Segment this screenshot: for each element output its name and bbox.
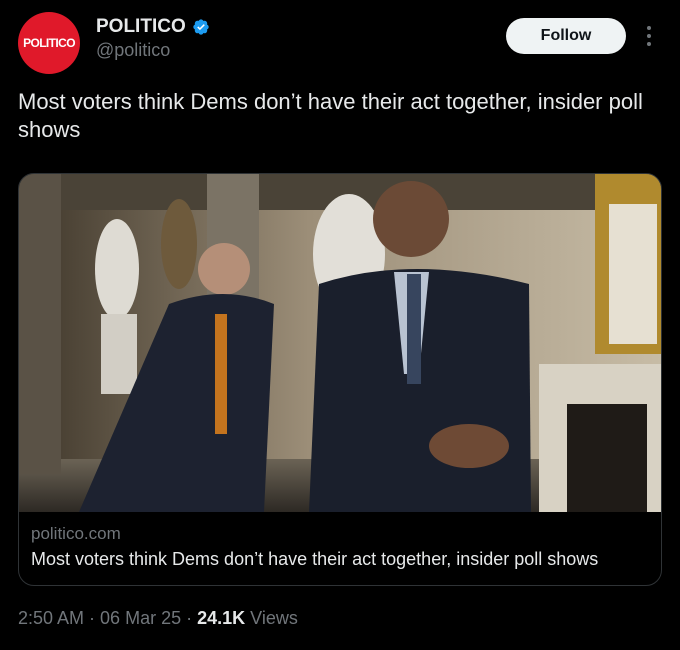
avatar[interactable]: POLITICO (18, 12, 80, 74)
tweet-header: POLITICO POLITICO @politico Follow (18, 12, 662, 76)
meta-separator: · (181, 608, 198, 628)
card-domain[interactable]: politico.com (31, 524, 651, 544)
tweet-meta: 2:50 AM · 06 Mar 25 · 24.1K Views (18, 608, 298, 629)
avatar-logo-text: POLITICO (23, 36, 75, 50)
post-time[interactable]: 2:50 AM (18, 608, 84, 628)
meta-separator: · (84, 608, 101, 628)
handle[interactable]: @politico (96, 40, 210, 61)
link-card[interactable]: politico.com Most voters think Dems don’… (18, 173, 662, 586)
follow-button[interactable]: Follow (506, 18, 626, 54)
article-photo (19, 174, 661, 512)
author-info: POLITICO @politico (96, 16, 210, 61)
post-date[interactable]: 06 Mar 25 (100, 608, 181, 628)
name-row: POLITICO (96, 16, 210, 38)
views-label: Views (245, 608, 298, 628)
views-count: 24.1K (197, 608, 246, 628)
card-meta: politico.com Most voters think Dems don’… (19, 512, 661, 585)
card-title[interactable]: Most voters think Dems don’t have their … (31, 549, 651, 570)
display-name[interactable]: POLITICO (96, 16, 186, 38)
tweet-text: Most voters think Dems don’t have their … (18, 89, 643, 142)
verified-badge-icon (193, 19, 209, 35)
more-vertical-icon[interactable] (640, 22, 658, 50)
